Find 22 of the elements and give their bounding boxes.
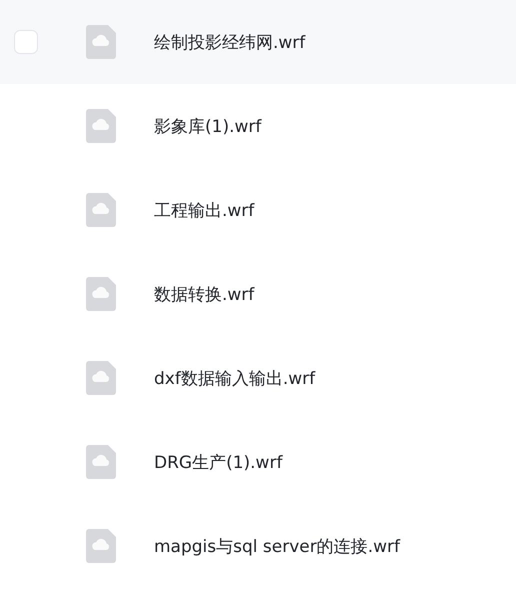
file-name[interactable]: dxf数据输入输出.wrf [154,366,316,390]
file-name[interactable]: mapgis与sql server的连接.wrf [154,534,400,558]
file-row[interactable]: 工程输出.wrf [0,168,516,252]
cloud-file-icon [86,361,116,395]
cloud-file-icon [86,109,116,143]
cloud-file-icon [86,529,116,563]
file-row[interactable]: 影象库(1).wrf [0,84,516,168]
file-name[interactable]: DRG生产(1).wrf [154,450,282,474]
file-row[interactable]: 数据转换.wrf [0,252,516,336]
cloud-file-icon [86,25,116,59]
cloud-file-icon [86,193,116,227]
cloud-file-icon [86,445,116,479]
file-row[interactable]: mapgis与sql server的连接.wrf [0,504,516,588]
file-name[interactable]: 影象库(1).wrf [154,114,262,138]
cloud-file-icon [86,277,116,311]
file-row[interactable]: 绘制投影经纬网.wrf [0,0,516,84]
file-row[interactable]: dxf数据输入输出.wrf [0,336,516,420]
file-name[interactable]: 数据转换.wrf [154,282,254,306]
file-name[interactable]: 绘制投影经纬网.wrf [154,30,306,54]
file-name[interactable]: 工程输出.wrf [154,198,254,222]
file-row[interactable]: DRG生产(1).wrf [0,420,516,504]
checkbox[interactable] [14,30,38,54]
